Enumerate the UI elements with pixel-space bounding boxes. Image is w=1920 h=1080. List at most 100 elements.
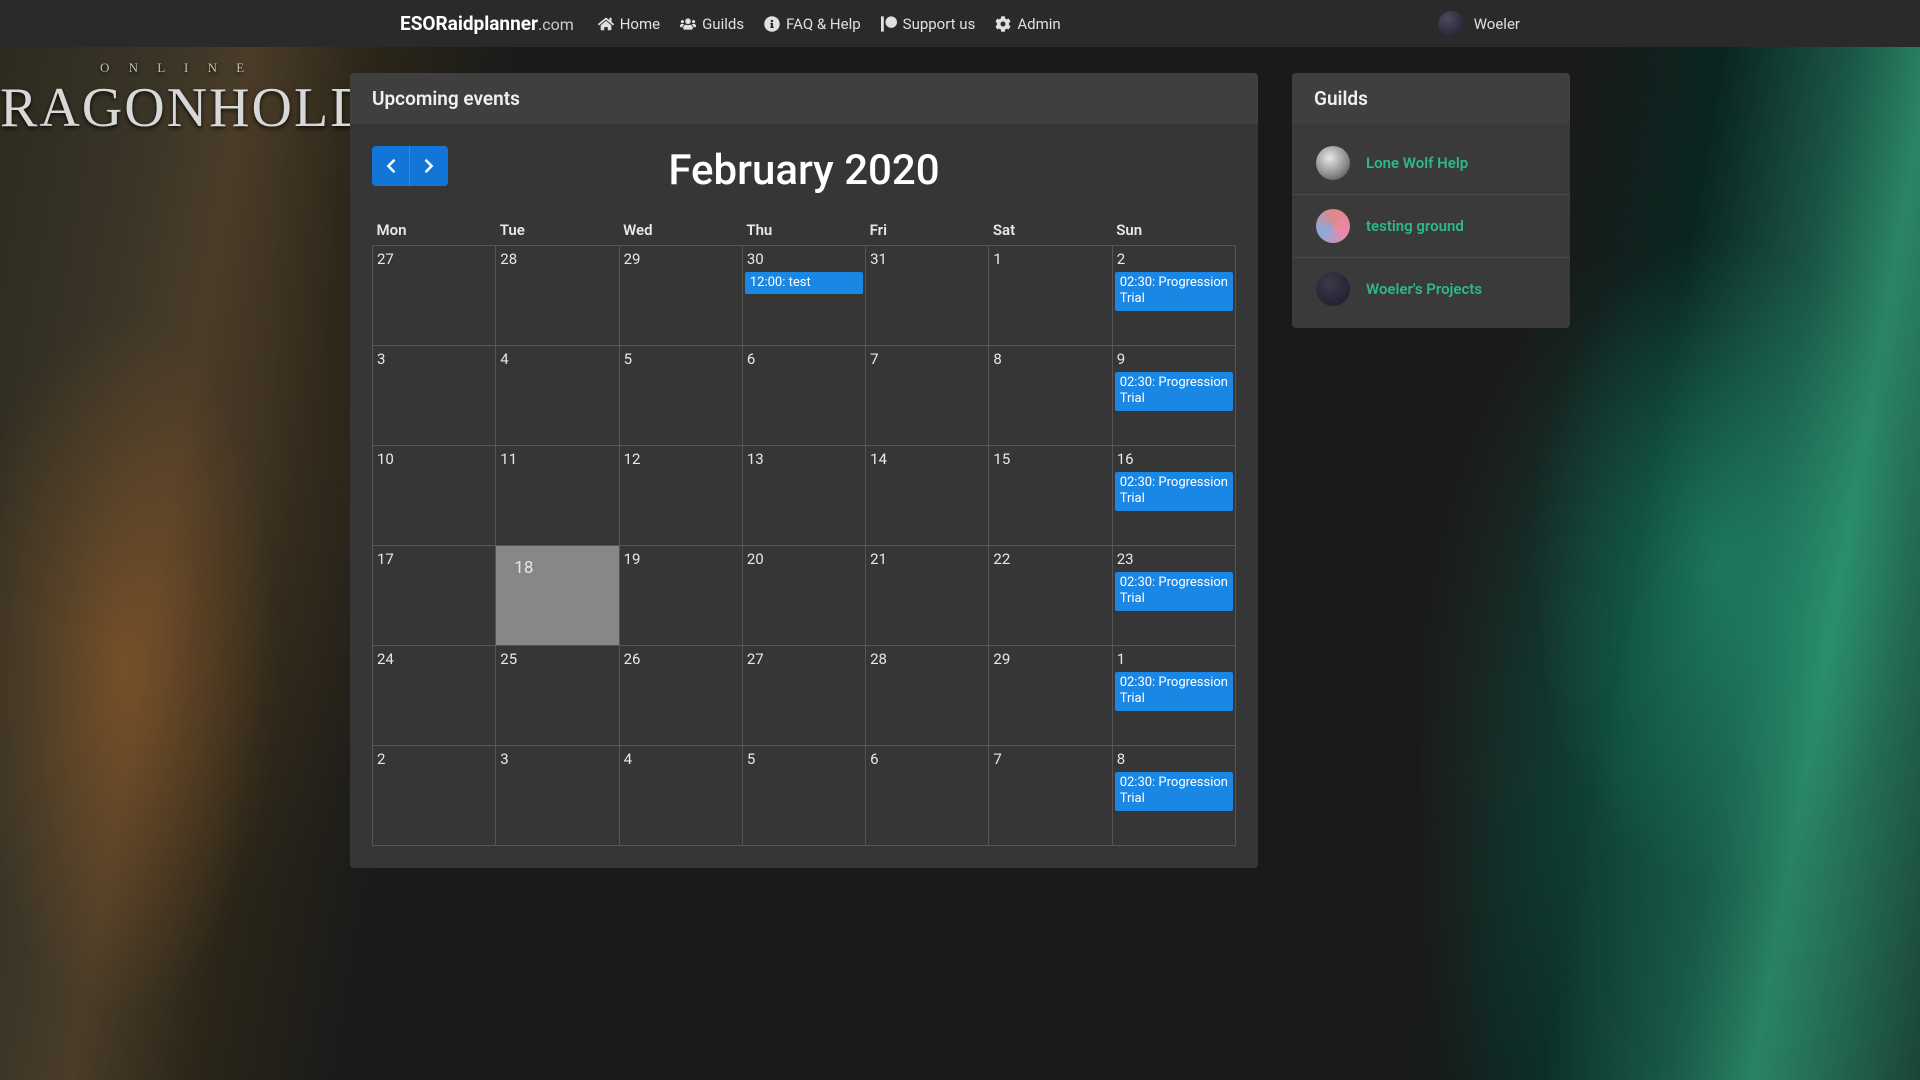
- day-number: 4: [620, 746, 742, 770]
- calendar-day[interactable]: 20: [742, 546, 865, 646]
- calendar-day[interactable]: 3: [373, 346, 496, 446]
- calendar-day[interactable]: 7: [989, 746, 1112, 846]
- bg-title-small: O N L I N E: [0, 60, 373, 76]
- day-number: 13: [743, 446, 865, 470]
- day-number: 1: [1113, 646, 1235, 670]
- nav-user-menu[interactable]: Woeler: [1438, 11, 1520, 37]
- calendar-event[interactable]: 02:30: Progression Trial: [1115, 672, 1233, 711]
- calendar-day[interactable]: 802:30: Progression Trial: [1112, 746, 1235, 846]
- calendar-day[interactable]: 5: [619, 346, 742, 446]
- nav-support-label: Support us: [903, 15, 976, 33]
- calendar-day[interactable]: 13: [742, 446, 865, 546]
- calendar-day[interactable]: 26: [619, 646, 742, 746]
- calendar-prev-button[interactable]: [372, 146, 410, 186]
- nav-support[interactable]: Support us: [881, 15, 976, 33]
- calendar-day[interactable]: 18: [496, 546, 619, 646]
- calendar-day[interactable]: 29: [619, 246, 742, 346]
- nav-links: Home Guilds FAQ & Help Support us Admin: [598, 15, 1061, 33]
- calendar-day[interactable]: 17: [373, 546, 496, 646]
- calendar-day[interactable]: 102:30: Progression Trial: [1112, 646, 1235, 746]
- calendar-day[interactable]: 22: [989, 546, 1112, 646]
- calendar-day[interactable]: 10: [373, 446, 496, 546]
- guild-name: testing ground: [1366, 217, 1464, 235]
- calendar-event[interactable]: 02:30: Progression Trial: [1115, 272, 1233, 311]
- day-number: 27: [743, 646, 865, 670]
- nav-faq[interactable]: FAQ & Help: [764, 15, 861, 33]
- guild-item[interactable]: Lone Wolf Help: [1292, 132, 1570, 195]
- calendar-day[interactable]: 25: [496, 646, 619, 746]
- nav-home[interactable]: Home: [598, 15, 660, 33]
- day-number: 28: [866, 646, 988, 670]
- calendar-event[interactable]: 02:30: Progression Trial: [1115, 372, 1233, 411]
- calendar-event[interactable]: 12:00: test: [745, 272, 863, 294]
- calendar-day[interactable]: 27: [373, 246, 496, 346]
- calendar-day[interactable]: 902:30: Progression Trial: [1112, 346, 1235, 446]
- guild-avatar: [1316, 146, 1350, 180]
- nav-admin[interactable]: Admin: [995, 15, 1060, 33]
- calendar-next-button[interactable]: [410, 146, 448, 186]
- calendar-day[interactable]: 31: [866, 246, 989, 346]
- calendar-day[interactable]: 21: [866, 546, 989, 646]
- calendar-day[interactable]: 27: [742, 646, 865, 746]
- calendar-day[interactable]: 2: [373, 746, 496, 846]
- calendar-day[interactable]: 8: [989, 346, 1112, 446]
- calendar-day[interactable]: 12: [619, 446, 742, 546]
- user-name: Woeler: [1474, 15, 1520, 33]
- guild-list: Lone Wolf Help testing ground Woeler's Pro…: [1292, 124, 1570, 328]
- day-number: 7: [866, 346, 988, 370]
- day-number: 23: [1113, 546, 1235, 570]
- guilds-panel: Guilds Lone Wolf Help testing ground Woele…: [1292, 73, 1570, 328]
- chevron-right-icon: [421, 158, 437, 174]
- guild-item[interactable]: testing ground: [1292, 195, 1570, 258]
- day-number: 3: [373, 346, 495, 370]
- brand-tld: .com: [538, 15, 574, 34]
- calendar-day[interactable]: 24: [373, 646, 496, 746]
- nav-admin-label: Admin: [1017, 15, 1060, 33]
- nav-home-label: Home: [620, 15, 660, 33]
- gear-icon: [995, 16, 1011, 32]
- calendar-day[interactable]: 4: [496, 346, 619, 446]
- day-number: 27: [373, 246, 495, 270]
- calendar-day[interactable]: 1: [989, 246, 1112, 346]
- day-number: 6: [743, 346, 865, 370]
- day-number: 19: [620, 546, 742, 570]
- guild-item[interactable]: Woeler's Projects: [1292, 258, 1570, 320]
- day-number: 30: [743, 246, 865, 270]
- calendar-event[interactable]: 02:30: Progression Trial: [1115, 572, 1233, 611]
- calendar-day[interactable]: 14: [866, 446, 989, 546]
- calendar-day[interactable]: 19: [619, 546, 742, 646]
- calendar-day[interactable]: 6: [742, 346, 865, 446]
- calendar-event[interactable]: 02:30: Progression Trial: [1115, 772, 1233, 811]
- calendar-day[interactable]: 1602:30: Progression Trial: [1112, 446, 1235, 546]
- weekday-header: Mon: [373, 215, 496, 246]
- patreon-icon: [881, 16, 897, 32]
- day-number: 21: [866, 546, 988, 570]
- calendar-day[interactable]: 4: [619, 746, 742, 846]
- calendar-day[interactable]: 29: [989, 646, 1112, 746]
- calendar-day[interactable]: 3012:00: test: [742, 246, 865, 346]
- calendar-day[interactable]: 11: [496, 446, 619, 546]
- calendar-day[interactable]: 3: [496, 746, 619, 846]
- day-number: 1: [989, 246, 1111, 270]
- guild-name: Lone Wolf Help: [1366, 154, 1468, 172]
- calendar-day[interactable]: 5: [742, 746, 865, 846]
- day-number: 7: [989, 746, 1111, 770]
- day-number: 31: [866, 246, 988, 270]
- background-game-title: O N L I N E RAGONHOLD: [0, 60, 373, 140]
- day-number: 11: [496, 446, 618, 470]
- calendar-day[interactable]: 28: [866, 646, 989, 746]
- calendar-day[interactable]: 7: [866, 346, 989, 446]
- nav-guilds[interactable]: Guilds: [680, 15, 744, 33]
- weekday-header: Tue: [496, 215, 619, 246]
- brand[interactable]: ESORaidplanner.com: [400, 12, 574, 35]
- calendar-day[interactable]: 6: [866, 746, 989, 846]
- calendar-day[interactable]: 15: [989, 446, 1112, 546]
- home-icon: [598, 16, 614, 32]
- calendar-day[interactable]: 28: [496, 246, 619, 346]
- calendar-event[interactable]: 02:30: Progression Trial: [1115, 472, 1233, 511]
- guilds-header: Guilds: [1292, 73, 1570, 124]
- guild-avatar: [1316, 272, 1350, 306]
- day-number: 29: [620, 246, 742, 270]
- calendar-day[interactable]: 2302:30: Progression Trial: [1112, 546, 1235, 646]
- calendar-day[interactable]: 202:30: Progression Trial: [1112, 246, 1235, 346]
